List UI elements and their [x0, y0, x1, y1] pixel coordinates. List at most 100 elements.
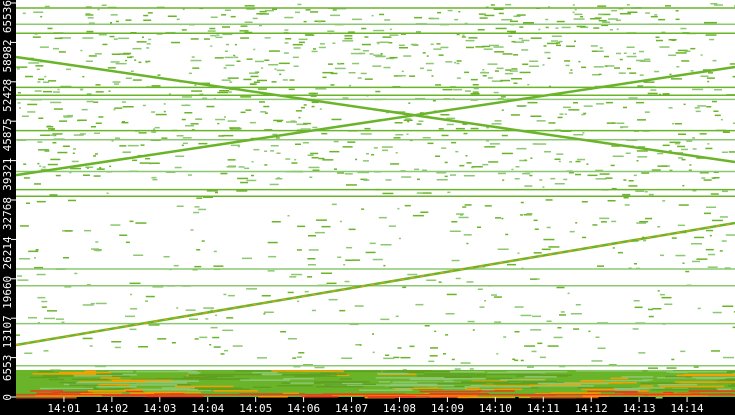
noise-point — [517, 252, 520, 254]
noise-point — [95, 249, 102, 252]
band-streak — [377, 372, 409, 375]
noise-point — [495, 217, 501, 219]
noise-point — [230, 15, 236, 18]
noise-point — [636, 160, 639, 162]
noise-point — [32, 36, 41, 38]
noise-point — [530, 37, 542, 39]
noise-point — [121, 101, 126, 103]
noise-point — [224, 50, 228, 52]
noise-point — [331, 118, 342, 121]
band-streak — [385, 385, 455, 387]
noise-point — [344, 35, 353, 37]
noise-point — [536, 278, 540, 280]
noise-point — [445, 334, 449, 336]
noise-point — [119, 234, 128, 236]
noise-point — [293, 47, 301, 49]
noise-point — [520, 314, 532, 317]
noise-point — [28, 62, 40, 64]
noise-point — [470, 127, 479, 130]
noise-point — [130, 293, 133, 296]
noise-point — [19, 107, 21, 109]
noise-point — [382, 36, 392, 38]
noise-point — [633, 52, 636, 55]
noise-point — [668, 54, 677, 56]
noise-point — [136, 41, 147, 43]
noise-point — [479, 306, 485, 308]
noise-point — [261, 67, 264, 69]
noise-point — [152, 178, 158, 181]
noise-point — [222, 134, 234, 137]
noise-point — [436, 43, 441, 45]
noise-point — [199, 336, 208, 339]
noise-point — [483, 13, 486, 16]
band-streak — [383, 370, 450, 373]
noise-point — [51, 128, 55, 130]
noise-point — [99, 167, 102, 169]
noise-point — [115, 137, 120, 139]
noise-point — [52, 142, 57, 144]
noise-point — [416, 123, 422, 125]
noise-point — [685, 270, 690, 273]
noise-point — [379, 41, 390, 43]
noise-point — [491, 123, 502, 125]
noise-point — [595, 336, 600, 338]
noise-point — [297, 300, 300, 303]
noise-point — [276, 69, 285, 72]
noise-point — [288, 88, 295, 91]
noise-point — [533, 219, 538, 222]
noise-point — [721, 240, 727, 242]
noise-point — [133, 254, 144, 256]
noise-point — [181, 104, 191, 107]
band-streak — [464, 386, 531, 388]
noise-point — [259, 24, 262, 27]
noise-point — [362, 50, 369, 52]
noise-point — [520, 201, 524, 204]
noise-point — [138, 346, 149, 348]
noise-point — [22, 12, 26, 15]
noise-point — [426, 55, 429, 57]
noise-point — [543, 45, 547, 47]
noise-point — [37, 81, 41, 83]
noise-point — [655, 36, 660, 38]
noise-point — [43, 350, 49, 352]
band-streak — [657, 384, 698, 386]
noise-point — [406, 133, 409, 135]
noise-point — [385, 354, 390, 356]
band-streak — [367, 396, 426, 398]
noise-point — [657, 165, 668, 167]
noise-point — [71, 160, 79, 163]
noise-point — [227, 77, 239, 79]
noise-point — [44, 5, 50, 8]
noise-point — [668, 107, 673, 109]
noise-point — [403, 55, 412, 57]
noise-point — [308, 249, 319, 251]
noise-point — [533, 252, 542, 254]
noise-point — [333, 140, 339, 143]
noise-point — [383, 66, 391, 69]
noise-point — [216, 34, 220, 36]
noise-point — [233, 54, 236, 57]
noise-point — [224, 116, 226, 118]
noise-point — [253, 48, 256, 51]
noise-point — [289, 79, 295, 81]
noise-point — [47, 310, 57, 312]
noise-point — [395, 152, 398, 154]
x-tick-label: 14:12 — [575, 402, 608, 415]
noise-point — [138, 132, 147, 134]
noise-point — [635, 190, 645, 192]
noise-point — [723, 356, 734, 359]
noise-point — [570, 69, 573, 71]
band-streak — [59, 391, 89, 393]
noise-point — [626, 4, 630, 6]
noise-point — [550, 177, 556, 180]
noise-point — [130, 308, 138, 310]
noise-point — [416, 192, 423, 194]
noise-point — [140, 144, 145, 146]
noise-point — [597, 50, 604, 52]
noise-point — [322, 76, 327, 79]
noise-point — [568, 109, 580, 111]
y-tick-label: 65536 — [1, 0, 14, 33]
noise-point — [298, 352, 305, 354]
noise-point — [189, 318, 198, 320]
noise-point — [500, 79, 511, 82]
